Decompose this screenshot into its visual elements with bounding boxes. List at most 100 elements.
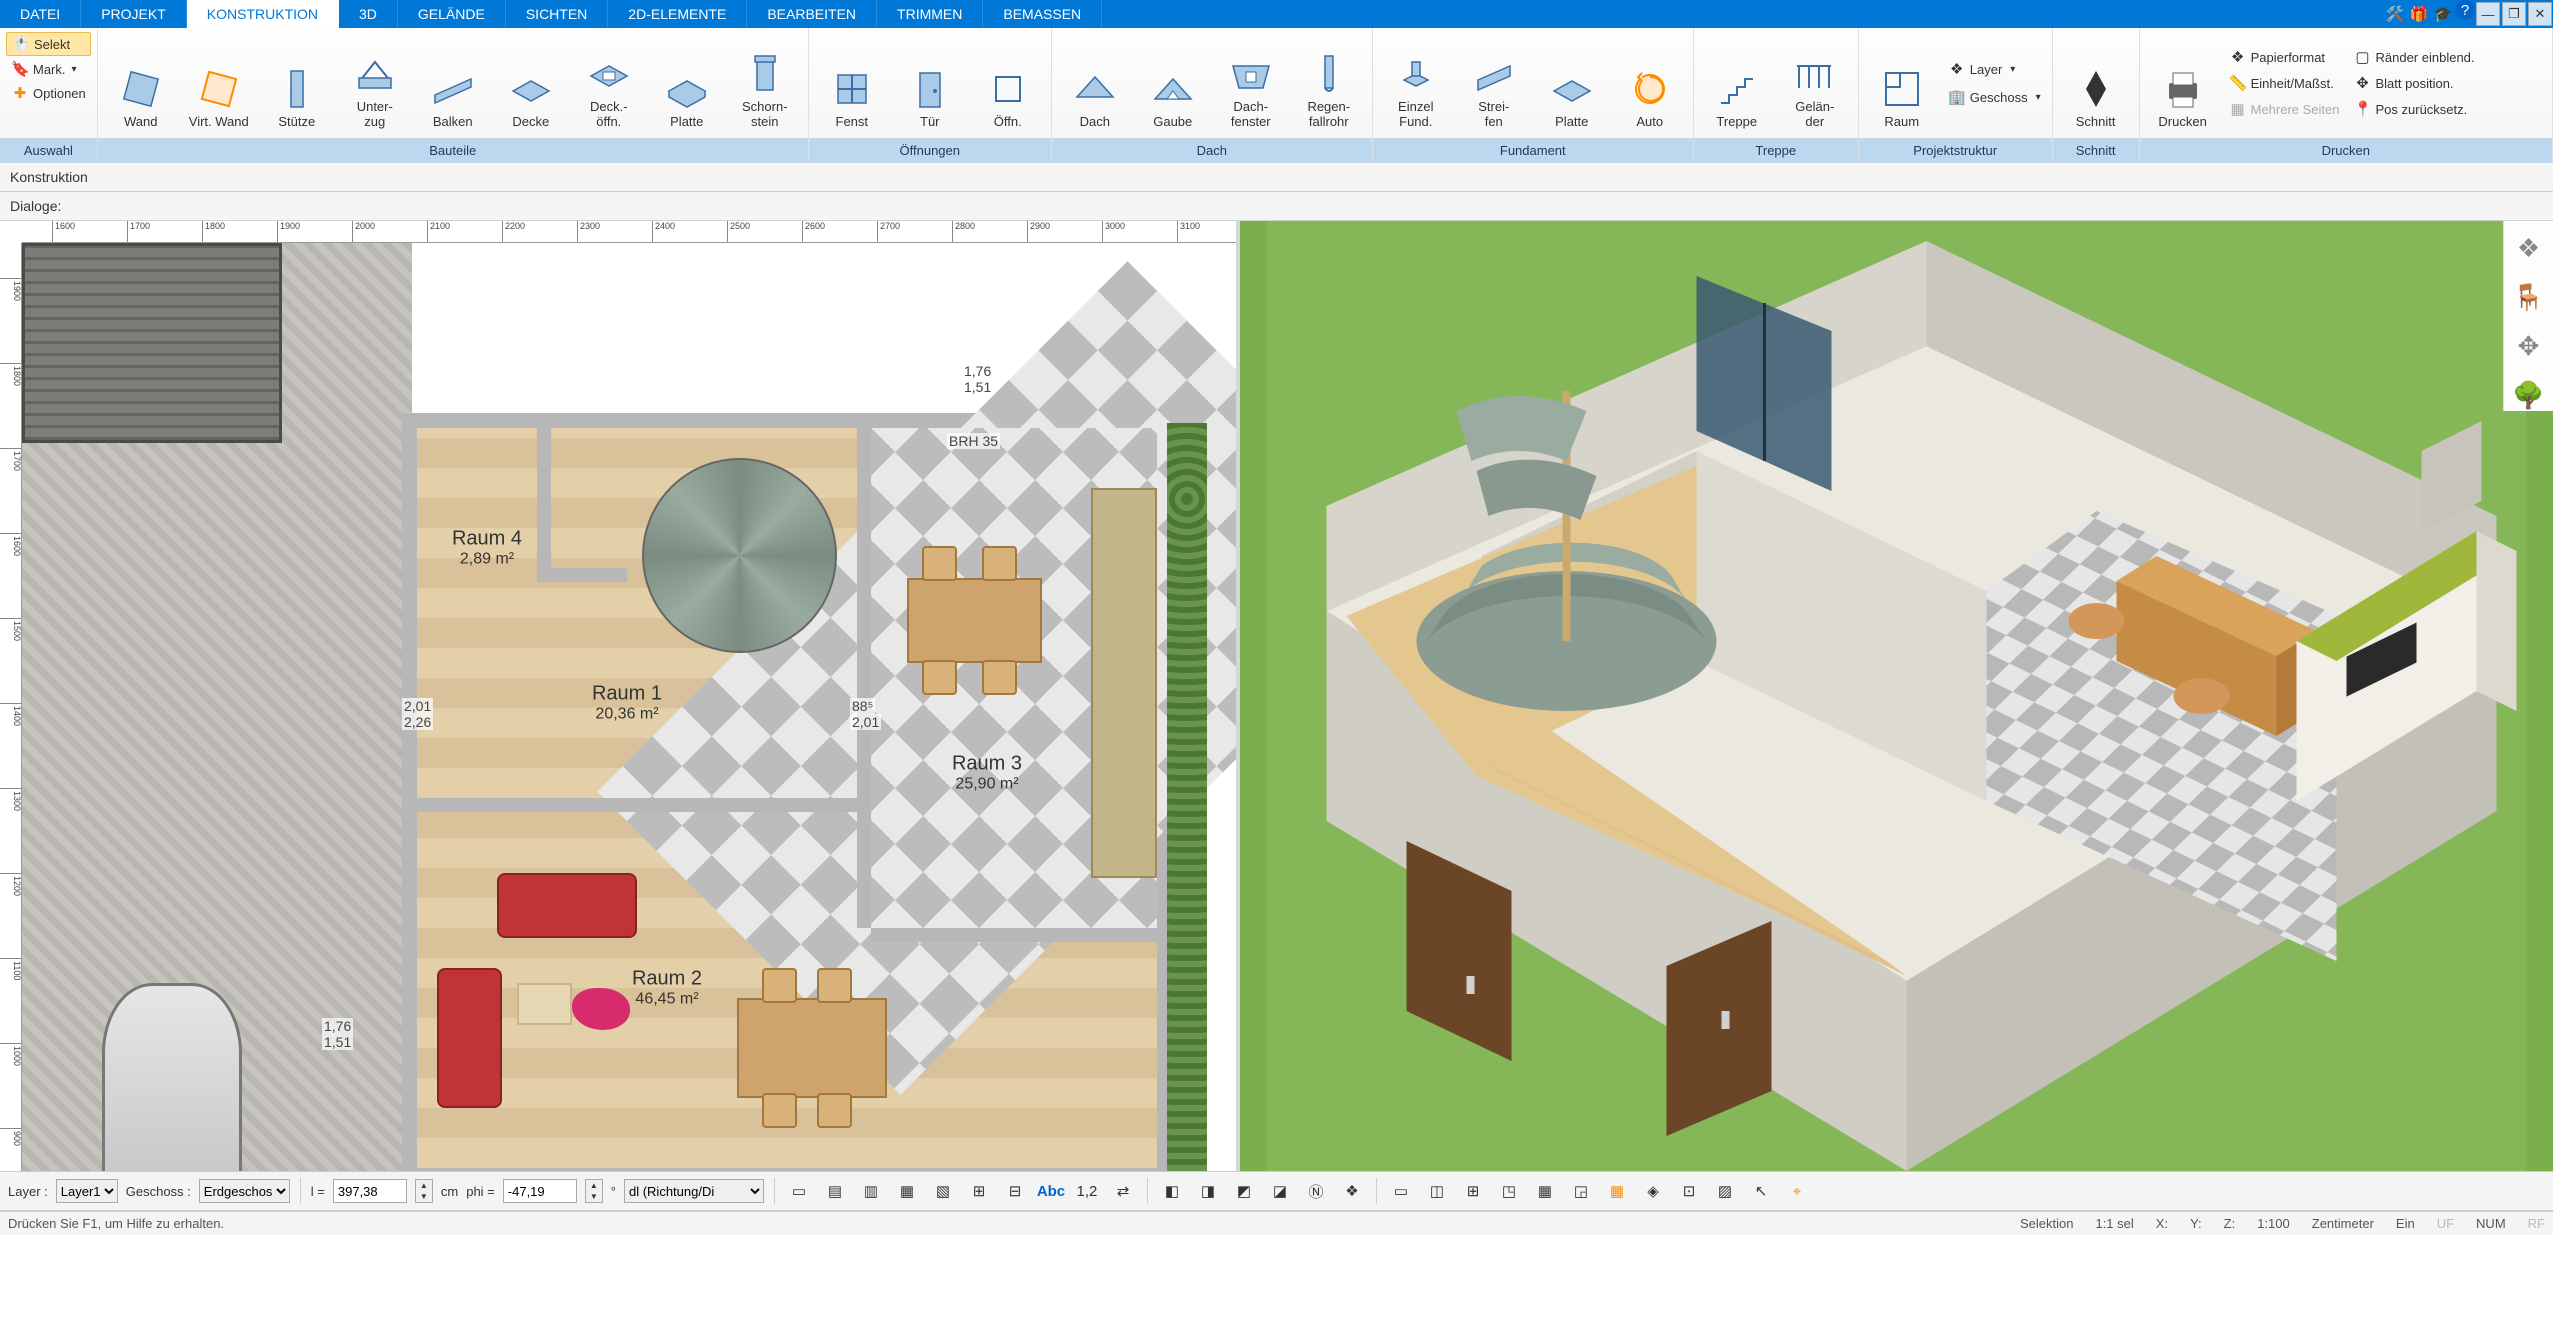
chair	[817, 1093, 852, 1128]
restoredown-button[interactable]: ❐	[2502, 2, 2526, 26]
wand-button[interactable]: Wand	[104, 61, 178, 134]
bb-view-1[interactable]: ▭	[1387, 1177, 1415, 1205]
bb-text[interactable]: Abc	[1037, 1177, 1065, 1205]
bb-cube-3[interactable]: ◩	[1230, 1177, 1258, 1205]
bb-dim-2[interactable]: ⇄	[1109, 1177, 1137, 1205]
bb-align-3[interactable]: ▥	[857, 1177, 885, 1205]
pane-2d[interactable]: 1600 1700 1800 1900 2000 2100 2200 2300 …	[0, 221, 1240, 1171]
fenst-button[interactable]: Fenst	[815, 61, 889, 134]
dl-select[interactable]: dl (Richtung/Di	[624, 1179, 764, 1203]
minimize-button[interactable]: —	[2476, 2, 2500, 26]
mark-button[interactable]: 🔖Mark.▾	[6, 58, 91, 80]
unterzug-button[interactable]: Unter-zug	[338, 46, 412, 134]
bb-view-10[interactable]: ▨	[1711, 1177, 1739, 1205]
floorplan-canvas[interactable]: Raum 42,89 m² Raum 120,36 m² Raum 325,90…	[22, 243, 1236, 1171]
poszurueck-button[interactable]: 📍Pos zurücksetz.	[2349, 98, 2480, 120]
auto-button[interactable]: Auto	[1613, 61, 1687, 134]
platte-button[interactable]: Platte	[650, 61, 724, 134]
bb-align-2[interactable]: ▤	[821, 1177, 849, 1205]
menu-tab-trimmen[interactable]: TRIMMEN	[877, 0, 983, 28]
menu-tab-gelaende[interactable]: GELÄNDE	[398, 0, 506, 28]
wall-interior-h1	[417, 798, 871, 812]
menu-tab-bemassen[interactable]: BEMASSEN	[983, 0, 1102, 28]
fund-platte-button[interactable]: Platte	[1535, 61, 1609, 134]
phi-spin-up[interactable]: ▲	[586, 1180, 602, 1191]
bb-cursor-lock[interactable]: ⌖	[1783, 1177, 1811, 1205]
oeffn-button[interactable]: Öffn.	[971, 61, 1045, 134]
blattposition-button[interactable]: ✥Blatt position.	[2349, 72, 2480, 94]
help-icon[interactable]: ?	[2455, 0, 2475, 20]
bb-view-5[interactable]: ▦	[1531, 1177, 1559, 1205]
pane-3d[interactable]: ❖ 🪑 ✥ 🌳	[1240, 221, 2553, 1171]
bb-pointer[interactable]: ↖	[1747, 1177, 1775, 1205]
menu-tab-sichten[interactable]: SICHTEN	[506, 0, 608, 28]
menu-tab-2delemente[interactable]: 2D-ELEMENTE	[608, 0, 747, 28]
gaube-button[interactable]: Gaube	[1136, 61, 1210, 134]
menu-tab-bearbeiten[interactable]: BEARBEITEN	[747, 0, 877, 28]
selekt-button[interactable]: 🖱️Selekt	[6, 32, 91, 56]
menu-tab-datei[interactable]: DATEI	[0, 0, 81, 28]
regenfallrohr-button[interactable]: Regen-fallrohr	[1292, 46, 1366, 134]
bb-align-5[interactable]: ▧	[929, 1177, 957, 1205]
geschoss-dropdown[interactable]: 🏢Geschoss▾	[1943, 86, 2046, 108]
close-button[interactable]: ✕	[2528, 2, 2552, 26]
bb-view-2[interactable]: ◫	[1423, 1177, 1451, 1205]
deckoeffn-button[interactable]: Deck.-öffn.	[572, 46, 646, 134]
menu-tab-konstruktion[interactable]: KONSTRUKTION	[187, 0, 339, 28]
menu-tab-projekt[interactable]: PROJEKT	[81, 0, 187, 28]
bb-snap-1[interactable]: ⊞	[965, 1177, 993, 1205]
tuer-button[interactable]: Tür	[893, 61, 967, 134]
dachfenster-button[interactable]: Dach-fenster	[1214, 46, 1288, 134]
streifen-button[interactable]: Strei-fen	[1457, 46, 1531, 134]
geschoss-select[interactable]: Erdgeschos	[199, 1179, 290, 1203]
layer-select[interactable]: Layer1	[56, 1179, 118, 1203]
l-spin-up[interactable]: ▲	[416, 1180, 432, 1191]
bb-view-4[interactable]: ◳	[1495, 1177, 1523, 1205]
bb-cube-4[interactable]: ◪	[1266, 1177, 1294, 1205]
menu-tab-3d[interactable]: 3D	[339, 0, 398, 28]
bb-cube-2[interactable]: ◨	[1194, 1177, 1222, 1205]
drucken-button[interactable]: Drucken	[2146, 61, 2220, 134]
furniture-icon[interactable]: 🪑	[2512, 282, 2544, 313]
hat-icon[interactable]: 🎓	[2431, 0, 2455, 28]
raender-button[interactable]: ▢Ränder einblend.	[2349, 46, 2480, 68]
bb-north[interactable]: Ⓝ	[1302, 1177, 1330, 1205]
optionen-button[interactable]: ✚Optionen	[6, 82, 91, 104]
bb-view-7[interactable]: ▦	[1603, 1177, 1631, 1205]
virtwand-button[interactable]: Virt. Wand	[182, 61, 256, 134]
l-input[interactable]	[333, 1179, 407, 1203]
bb-view-3[interactable]: ⊞	[1459, 1177, 1487, 1205]
tools-icon[interactable]: 🛠️	[2383, 0, 2407, 28]
phi-spin-down[interactable]: ▼	[586, 1191, 602, 1202]
raum-button[interactable]: Raum	[1865, 61, 1939, 134]
layer-dropdown[interactable]: ❖Layer▾	[1943, 58, 2046, 80]
bb-align-1[interactable]: ▭	[785, 1177, 813, 1205]
schornstein-button[interactable]: Schorn-stein	[728, 46, 802, 134]
bb-cube-1[interactable]: ◧	[1158, 1177, 1186, 1205]
stuetze-button[interactable]: Stütze	[260, 61, 334, 134]
gelaender-button[interactable]: Gelän-der	[1778, 46, 1852, 134]
bb-view-9[interactable]: ⊡	[1675, 1177, 1703, 1205]
l-spin-down[interactable]: ▼	[416, 1191, 432, 1202]
papierformat-button[interactable]: ❖Papierformat	[2224, 46, 2345, 68]
bb-dim-1[interactable]: 1,2	[1073, 1177, 1101, 1205]
einheit-button[interactable]: 📏Einheit/Maßst.	[2224, 72, 2345, 94]
bb-snap-2[interactable]: ⊟	[1001, 1177, 1029, 1205]
bb-view-6[interactable]: ◲	[1567, 1177, 1595, 1205]
einzelfund-button[interactable]: EinzelFund.	[1379, 46, 1453, 134]
bb-view-8[interactable]: ◈	[1639, 1177, 1667, 1205]
decke-button[interactable]: Decke	[494, 61, 568, 134]
schnitt-button[interactable]: Schnitt	[2059, 61, 2133, 134]
gift-icon[interactable]: 🎁	[2407, 0, 2431, 28]
phi-input[interactable]	[503, 1179, 577, 1203]
dach-button[interactable]: Dach	[1058, 61, 1132, 134]
layers-icon[interactable]: ❖	[2517, 233, 2540, 264]
balken-button[interactable]: Balken	[416, 61, 490, 134]
wall-raum4-h	[537, 568, 627, 582]
bb-align-4[interactable]: ▦	[893, 1177, 921, 1205]
bb-layer-toggle[interactable]: ❖	[1338, 1177, 1366, 1205]
wall-raum4-v	[537, 428, 551, 568]
move-icon[interactable]: ✥	[2518, 331, 2540, 362]
tree-icon[interactable]: 🌳	[2512, 380, 2544, 411]
treppe-button[interactable]: Treppe	[1700, 61, 1774, 134]
